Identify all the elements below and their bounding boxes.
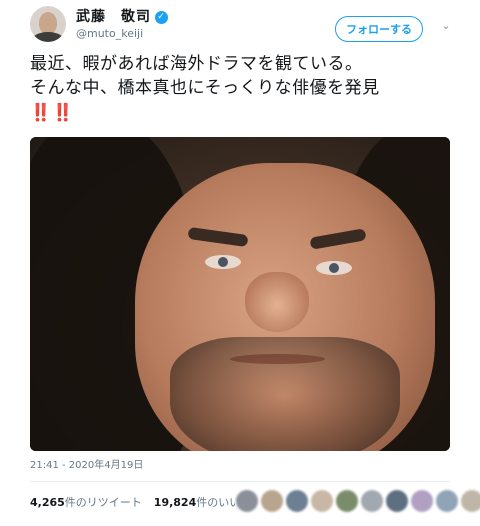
photo-left-eye (205, 255, 241, 269)
liker-avatar[interactable] (261, 490, 283, 512)
liker-avatar[interactable] (461, 490, 480, 512)
tweet-card: 武藤 敬司 ✓ @muto_keiji フォローする ⌄ 最近、暇があれば海外ド… (0, 0, 480, 526)
liker-avatars (236, 490, 480, 512)
follow-button[interactable]: フォローする (335, 16, 423, 42)
liker-avatar[interactable] (311, 490, 333, 512)
tweet-text: 最近、暇があれば海外ドラマを観ている。 そんな中、橋本真也にそっくりな俳優を発見 (30, 54, 380, 98)
liker-avatar[interactable] (236, 490, 258, 512)
retweet-stat[interactable]: 4,265件のリツイート (30, 490, 142, 516)
avatar-face (39, 12, 57, 34)
liker-avatar[interactable] (436, 490, 458, 512)
avatar-shoulders (32, 32, 64, 42)
handle[interactable]: @muto_keiji (76, 27, 168, 41)
photo-beard (170, 337, 400, 451)
chevron-down-icon[interactable]: ⌄ (440, 20, 452, 32)
double-exclamation-emoji: ‼️‼️ (30, 103, 75, 123)
engagement-stats: 4,265件のリツイート 19,824件のいいね (30, 490, 251, 516)
like-count: 19,824 (153, 496, 197, 509)
display-name-row[interactable]: 武藤 敬司 ✓ (76, 8, 168, 26)
tweet-header: 武藤 敬司 ✓ @muto_keiji フォローする ⌄ (30, 6, 452, 46)
photo-right-eye (316, 261, 352, 275)
liker-avatar[interactable] (286, 490, 308, 512)
liker-avatar[interactable] (386, 490, 408, 512)
divider (30, 481, 450, 482)
tweet-photo[interactable] (30, 137, 450, 451)
name-block: 武藤 敬司 ✓ @muto_keiji (76, 8, 168, 41)
retweet-count: 4,265 (30, 496, 65, 509)
retweet-label: 件のリツイート (64, 496, 142, 509)
timestamp[interactable]: 21:41 - 2020年4月19日 (30, 460, 143, 472)
avatar[interactable] (30, 6, 66, 42)
verified-check-icon: ✓ (155, 10, 168, 24)
liker-avatar[interactable] (361, 490, 383, 512)
photo-nose (245, 272, 309, 332)
display-name[interactable]: 武藤 敬司 (76, 8, 151, 26)
liker-avatar[interactable] (411, 490, 433, 512)
liker-avatar[interactable] (336, 490, 358, 512)
